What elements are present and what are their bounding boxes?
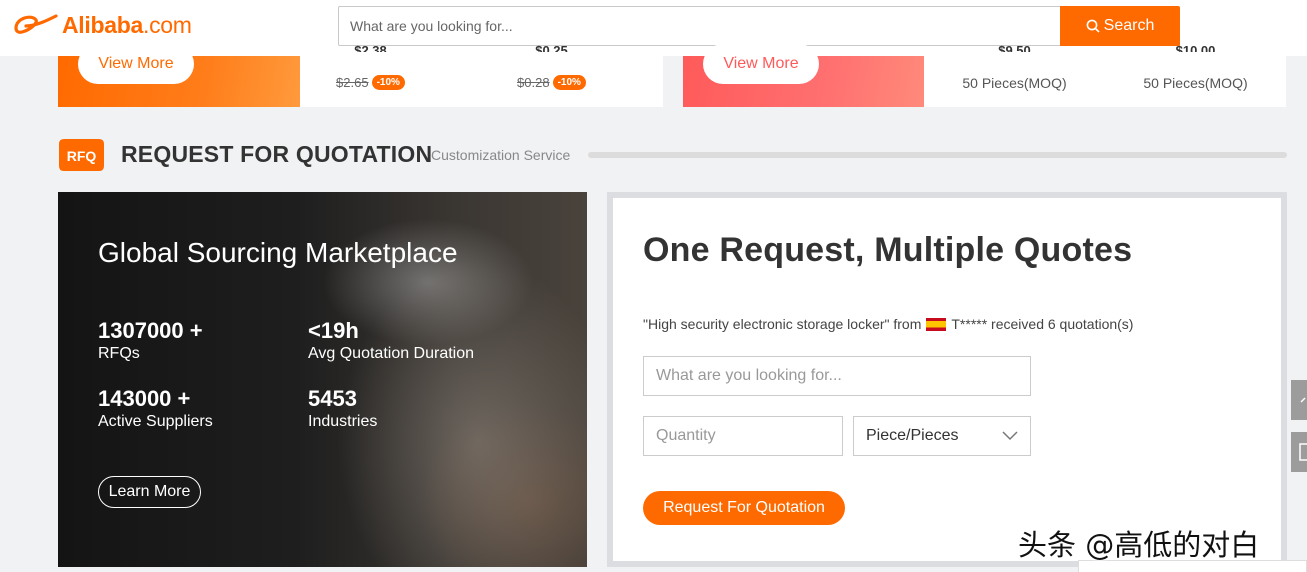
chevron-down-icon [1002, 431, 1018, 441]
product-old-price: $2.65 [336, 75, 369, 90]
product-price: $0.25 [535, 43, 568, 52]
product-moq: 50 Pieces(MOQ) [1143, 75, 1248, 91]
rfq-section-header: RFQ REQUEST FOR QUOTATION Customization … [58, 136, 1287, 174]
stat-value: 1307000 + [98, 318, 203, 343]
ticker-buyer: T***** received 6 quotation(s) [951, 316, 1134, 332]
stat-label: Active Suppliers [98, 413, 213, 430]
rfq-logo-icon: RFQ [59, 139, 104, 171]
product-price: $2.38 [354, 43, 387, 52]
stat-avg-duration: <19h Avg Quotation Duration [308, 318, 474, 364]
unit-select-value: Piece/Pieces [866, 427, 959, 444]
promo-banner-pink[interactable]: View More [683, 44, 924, 107]
product-old-price-row: $2.65 -10% [280, 75, 461, 90]
unit-select[interactable]: Piece/Pieces [853, 416, 1031, 456]
quotation-ticker: "High security electronic storage locker… [643, 316, 1133, 332]
promo-banner-orange[interactable]: View More [58, 44, 300, 107]
sourcing-marketplace-panel: Global Sourcing Marketplace 1307000 + RF… [58, 192, 587, 567]
back-to-top-button[interactable] [1291, 380, 1307, 420]
ticker-product: "High security electronic storage locker… [643, 316, 922, 332]
quantity-input[interactable] [643, 416, 843, 456]
stat-value: 143000 + [98, 386, 191, 411]
feedback-button[interactable] [1291, 432, 1307, 472]
alibaba-logo-icon [14, 14, 58, 34]
alibaba-logo[interactable]: Alibaba.com [12, 10, 192, 40]
section-divider [588, 152, 1287, 158]
product-moq: 50 Pieces(MOQ) [962, 75, 1067, 91]
stat-industries: 5453 Industries [308, 386, 377, 432]
discount-badge: -10% [552, 75, 586, 90]
stat-label: Industries [308, 413, 378, 430]
stat-label: Avg Quotation Duration [308, 345, 475, 362]
promo-card-right: View More $9.50 50 Pieces(MOQ) $10.00 50… [683, 43, 1286, 107]
feedback-icon [1299, 443, 1307, 461]
request-for-quotation-button[interactable]: Request For Quotation [643, 491, 845, 525]
stat-active-suppliers: 143000 + Active Suppliers [98, 386, 213, 432]
ticker-previous-line [643, 294, 1123, 302]
arrow-up-icon [1300, 397, 1306, 403]
stat-rfqs: 1307000 + RFQs [98, 318, 203, 364]
watermark-text: 头条 @高低的对白 [1018, 528, 1260, 562]
view-more-button[interactable]: View More [703, 44, 819, 84]
product-price: $9.50 [998, 43, 1031, 52]
quote-form-title: One Request, Multiple Quotes [643, 231, 1133, 269]
learn-more-button[interactable]: Learn More [98, 476, 201, 508]
stat-label: RFQs [98, 345, 140, 362]
marketplace-title: Global Sourcing Marketplace [98, 237, 458, 268]
logo-suffix: .com [142, 11, 192, 38]
logo-brand: Alibaba [62, 11, 143, 38]
search-button-label: Search [1103, 17, 1155, 34]
spain-flag-icon [926, 317, 947, 331]
rfq-logo-text: RFQ [67, 148, 97, 164]
section-title: REQUEST FOR QUOTATION [121, 141, 433, 167]
view-more-button[interactable]: View More [78, 44, 194, 84]
product-name-input[interactable] [643, 356, 1031, 396]
quote-request-panel: One Request, Multiple Quotes "High secur… [607, 192, 1287, 567]
product-old-price-row: $0.28 -10% [461, 75, 642, 90]
stat-value: 5453 [308, 386, 357, 411]
search-icon [1086, 19, 1100, 33]
product-old-price: $0.28 [517, 75, 550, 90]
promo-card-left: View More $2.38 $2.65 -10% $0.25 $0.28 -… [58, 43, 663, 107]
product-price: $10.00 [1175, 43, 1216, 52]
section-subtitle[interactable]: Customization Service [431, 147, 570, 163]
stat-value: <19h [308, 318, 359, 343]
logo-text: Alibaba.com [62, 12, 192, 39]
discount-badge: -10% [371, 75, 405, 90]
